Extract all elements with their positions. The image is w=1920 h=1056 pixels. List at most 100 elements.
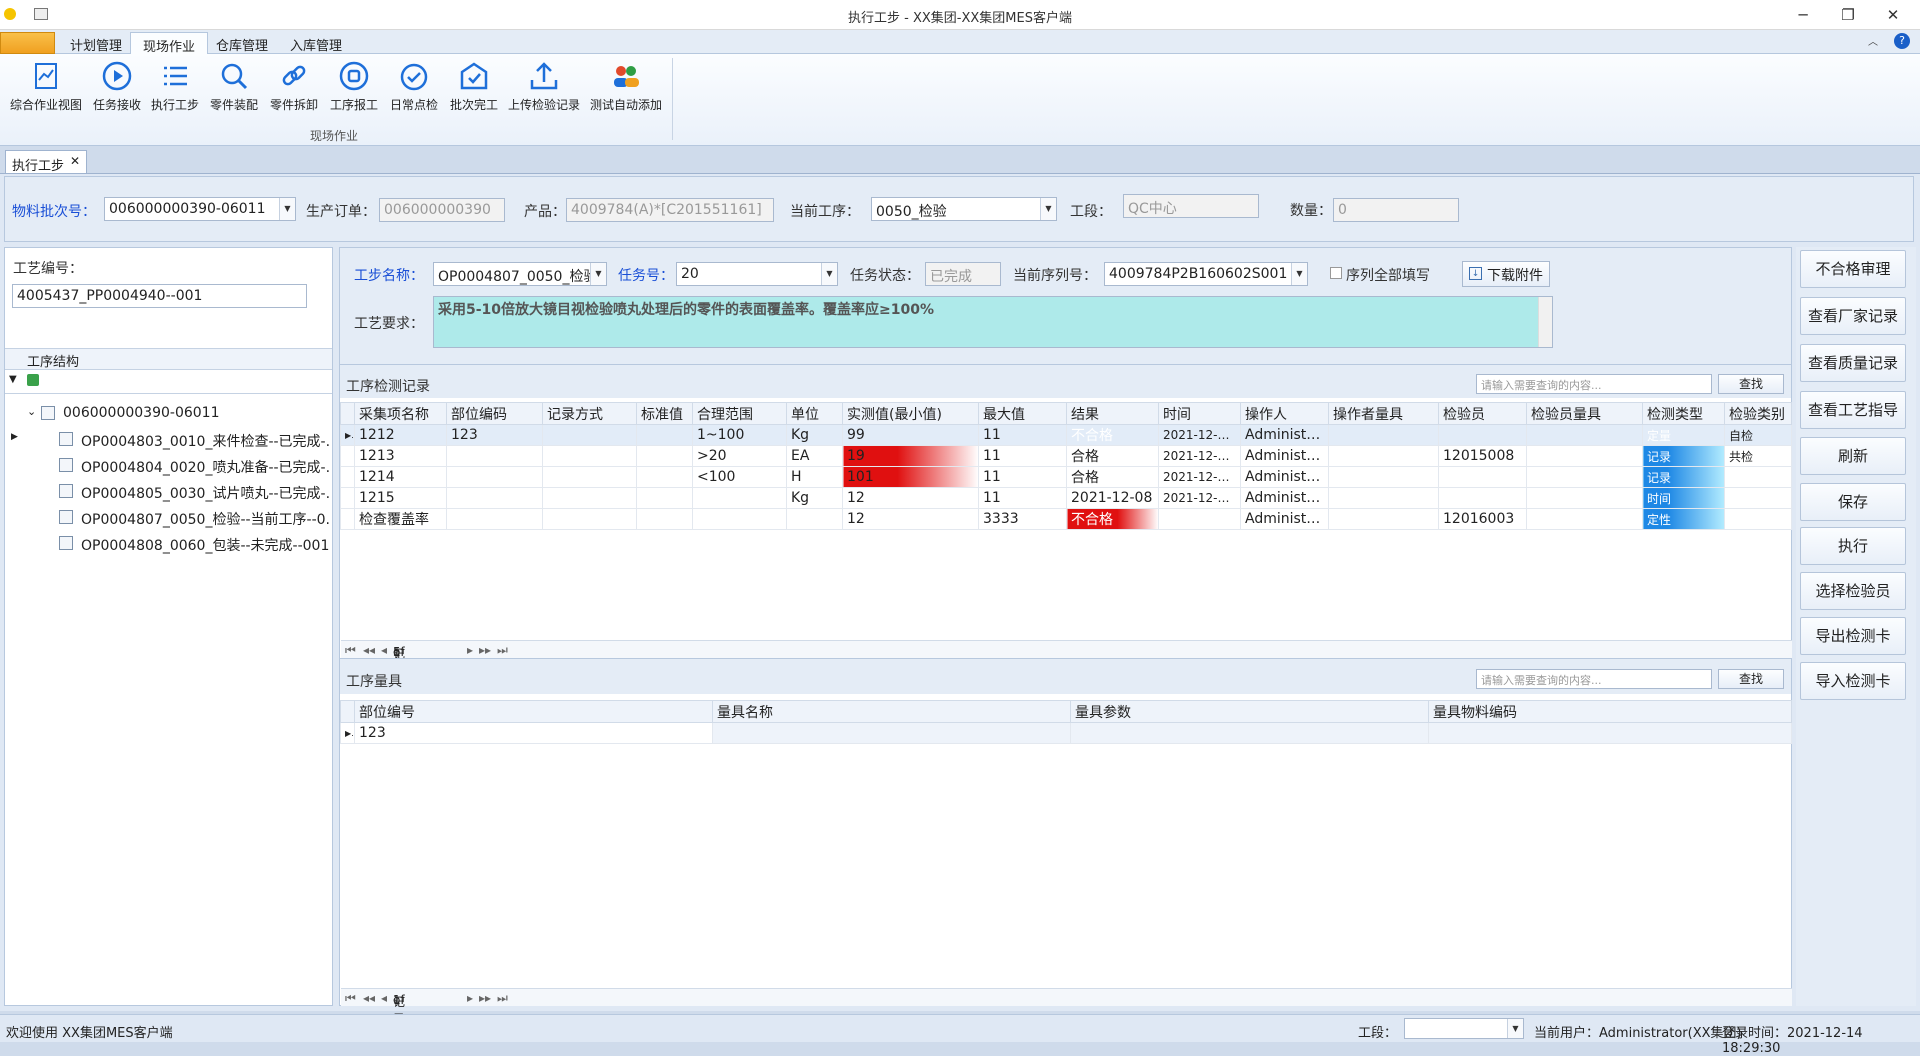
table-cell[interactable]: 时间: [1643, 488, 1725, 509]
column-header[interactable]: 操作者量具: [1329, 403, 1439, 425]
serial-select[interactable]: 4009784P2B160602S001▼: [1104, 262, 1308, 286]
table-cell[interactable]: [637, 467, 693, 488]
table-cell[interactable]: 11: [979, 425, 1067, 446]
table-cell[interactable]: [1725, 467, 1792, 488]
table-cell[interactable]: 记录: [1643, 446, 1725, 467]
report-process-button[interactable]: 工序报工: [326, 60, 382, 124]
table-cell[interactable]: [543, 425, 637, 446]
table-cell[interactable]: 1212: [355, 425, 447, 446]
table-cell[interactable]: 2021-12-14...: [1159, 425, 1241, 446]
table-cell[interactable]: EA: [787, 446, 843, 467]
column-header[interactable]: 检测类型: [1643, 403, 1725, 425]
table-cell[interactable]: [543, 509, 637, 530]
gauge-pager[interactable]: ⏮ ◂◂ ◂ 记录 1 of 1 ▸ ▸▸ ⏭: [341, 988, 1792, 1006]
row-indicator[interactable]: [341, 467, 355, 488]
table-row[interactable]: ▶123: [341, 723, 1792, 744]
table-cell[interactable]: [637, 446, 693, 467]
tree-filter-row[interactable]: ▼: [5, 370, 332, 394]
table-cell[interactable]: [637, 509, 693, 530]
tab-plan[interactable]: 计划管理: [58, 32, 134, 54]
gauge-table[interactable]: 部位编号量具名称量具参数量具物料编码 ▶123: [340, 700, 1792, 744]
task-select[interactable]: 20▼: [676, 262, 838, 286]
import-card-button[interactable]: 导入检测卡: [1800, 662, 1906, 700]
route-field[interactable]: 4005437_PP0004940--001: [12, 284, 307, 308]
table-cell[interactable]: 自检: [1725, 425, 1792, 446]
table-cell[interactable]: [1725, 509, 1792, 530]
table-cell[interactable]: 101: [843, 467, 979, 488]
table-cell[interactable]: H: [787, 467, 843, 488]
batch-select[interactable]: 006000000390-06011▼: [104, 197, 296, 221]
process-guide-button[interactable]: 查看工艺指导: [1800, 391, 1906, 429]
table-cell[interactable]: <100: [693, 467, 787, 488]
column-header[interactable]: 检验类别: [1725, 403, 1792, 425]
table-cell[interactable]: Administra...: [1241, 467, 1329, 488]
table-cell[interactable]: [693, 509, 787, 530]
table-cell[interactable]: >20: [693, 446, 787, 467]
table-cell[interactable]: Kg: [787, 425, 843, 446]
column-header[interactable]: 部位编号: [355, 701, 713, 723]
daily-check-button[interactable]: 日常点检: [386, 60, 442, 124]
table-cell[interactable]: 2021-12-09...: [1159, 488, 1241, 509]
table-cell[interactable]: 1215: [355, 488, 447, 509]
table-cell[interactable]: 2021-12-15...: [1159, 446, 1241, 467]
row-indicator[interactable]: ▶: [341, 425, 355, 446]
table-cell[interactable]: [693, 488, 787, 509]
table-cell[interactable]: 3333: [979, 509, 1067, 530]
minimize-icon[interactable]: ─: [1788, 4, 1818, 26]
inspection-find-button[interactable]: 查找: [1718, 374, 1784, 394]
tab-warehouse[interactable]: 仓库管理: [204, 32, 280, 54]
help-icon[interactable]: ?: [1894, 33, 1910, 49]
table-cell[interactable]: 12016003: [1439, 509, 1527, 530]
table-cell[interactable]: [1527, 488, 1643, 509]
table-cell[interactable]: [1725, 488, 1792, 509]
column-header[interactable]: 单位: [787, 403, 843, 425]
table-cell[interactable]: [447, 488, 543, 509]
filter-icon[interactable]: [27, 374, 39, 386]
table-row[interactable]: 1213>20EA1911合格2021-12-15...Administra..…: [341, 446, 1792, 467]
column-header[interactable]: 采集项名称: [355, 403, 447, 425]
step-name-select[interactable]: OP0004807_0050_检验▼: [433, 262, 607, 286]
select-inspector-button[interactable]: 选择检验员: [1800, 572, 1906, 610]
gauge-search-input[interactable]: 请输入需要查询的内容...: [1476, 669, 1712, 689]
column-header[interactable]: 量具名称: [713, 701, 1071, 723]
table-cell[interactable]: 不合格: [1067, 425, 1159, 446]
column-header[interactable]: 部位编码: [447, 403, 543, 425]
tree-node[interactable]: OP0004805_0030_试片喷丸--已完成-...: [5, 478, 332, 504]
table-cell[interactable]: Administra...: [1241, 425, 1329, 446]
quality-record-button[interactable]: 查看质量记录: [1800, 344, 1906, 382]
table-cell[interactable]: 11: [979, 488, 1067, 509]
upload-record-button[interactable]: 上传检验记录: [504, 60, 584, 124]
table-cell[interactable]: [1439, 488, 1527, 509]
inspection-table[interactable]: 采集项名称部位编码记录方式标准值合理范围单位实测值(最小值)最大值结果时间操作人…: [340, 402, 1792, 530]
table-cell[interactable]: 99: [843, 425, 979, 446]
table-cell[interactable]: 12: [843, 488, 979, 509]
column-header[interactable]: 检验员: [1439, 403, 1527, 425]
table-cell[interactable]: [447, 446, 543, 467]
gauge-find-button[interactable]: 查找: [1718, 669, 1784, 689]
fill-all-checkbox[interactable]: [1330, 267, 1342, 279]
table-cell[interactable]: 共检: [1725, 446, 1792, 467]
batch-complete-button[interactable]: 批次完工: [446, 60, 502, 124]
current-process-select[interactable]: 0050_检验▼: [871, 197, 1057, 221]
table-row[interactable]: ▶12121231~100Kg9911不合格2021-12-14...Admin…: [341, 425, 1792, 446]
assemble-part-button[interactable]: 零件装配: [206, 60, 262, 124]
table-cell[interactable]: [1329, 467, 1439, 488]
column-header[interactable]: 结果: [1067, 403, 1159, 425]
inspection-pager[interactable]: ⏮ ◂◂ ◂ 记录 1 of 5 ▸ ▸▸ ⏭: [341, 640, 1792, 658]
close-tab-icon[interactable]: ✕: [70, 154, 80, 168]
requirement-field[interactable]: 采用5-10倍放大镜目视检验喷丸处理后的零件的表面覆盖率。覆盖率应≥100%: [433, 296, 1553, 348]
table-row[interactable]: 1214<100H10111合格2021-12-07...Administra.…: [341, 467, 1792, 488]
table-row[interactable]: 1215Kg12112021-12-082021-12-09...Adminis…: [341, 488, 1792, 509]
tree-node[interactable]: OP0004807_0050_检验--当前工序--0...: [5, 504, 332, 530]
column-header[interactable]: 量具参数: [1071, 701, 1429, 723]
table-cell[interactable]: [1439, 425, 1527, 446]
receive-task-button[interactable]: 任务接收: [90, 60, 144, 124]
overview-button[interactable]: 综合作业视图: [6, 60, 86, 124]
execute-step-button[interactable]: 执行工步: [148, 60, 202, 124]
table-cell[interactable]: [1329, 425, 1439, 446]
table-cell[interactable]: [447, 467, 543, 488]
restore-icon[interactable]: ❐: [1833, 4, 1863, 26]
table-cell[interactable]: [1159, 509, 1241, 530]
auto-add-button[interactable]: 测试自动添加: [586, 60, 666, 124]
row-indicator[interactable]: [341, 509, 355, 530]
